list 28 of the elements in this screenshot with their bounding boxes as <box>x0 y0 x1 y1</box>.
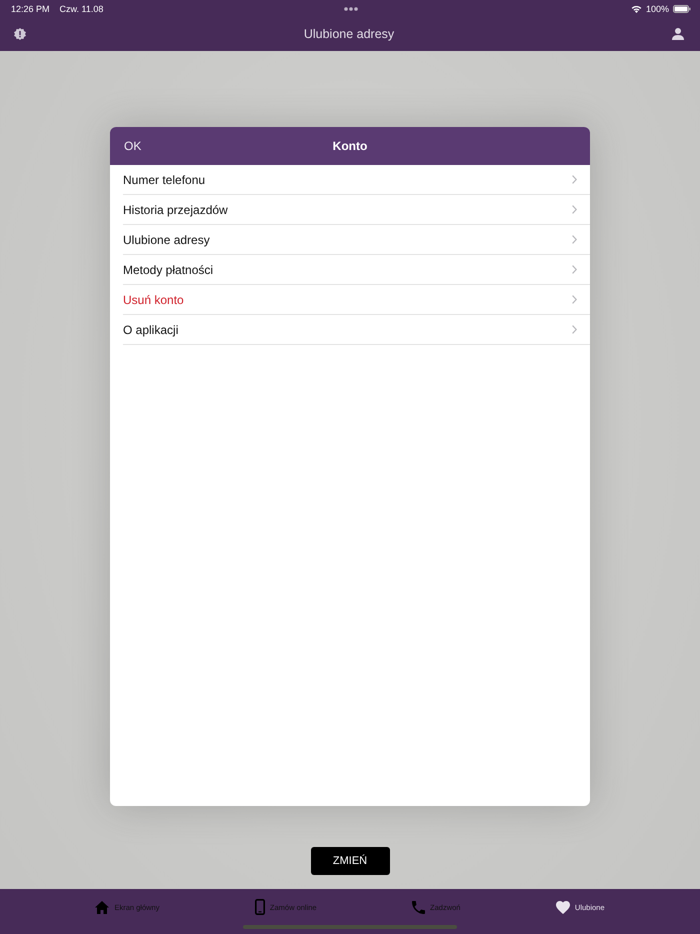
menu-item[interactable]: Metody płatności <box>123 255 590 285</box>
chevron-right-icon <box>572 175 577 184</box>
home-icon <box>95 900 110 914</box>
battery-percentage: 100% <box>646 4 669 14</box>
status-time: 12:26 PM <box>11 4 50 14</box>
ok-button[interactable]: OK <box>124 139 142 153</box>
screen-title: Ulubione adresy <box>304 27 394 41</box>
menu-item[interactable]: Usuń konto <box>123 285 590 315</box>
menu-item[interactable]: Numer telefonu <box>123 165 590 195</box>
chevron-right-icon <box>572 325 577 334</box>
battery-icon <box>673 4 691 12</box>
chevron-right-icon <box>572 205 577 214</box>
multitasking-dots-icon[interactable] <box>344 6 358 10</box>
person-icon[interactable] <box>672 28 684 40</box>
menu-item[interactable]: Historia przejazdów <box>123 195 590 225</box>
chevron-right-icon <box>572 235 577 244</box>
menu-item[interactable]: O aplikacji <box>123 315 590 345</box>
status-date: Czw. 11.08 <box>60 4 104 14</box>
menu-item[interactable]: Ulubione adresy <box>123 225 590 255</box>
change-button[interactable]: ZMIEŃ <box>310 847 390 875</box>
chevron-right-icon <box>572 295 577 304</box>
dialog-title: Konto <box>332 139 368 153</box>
chevron-right-icon <box>572 265 577 274</box>
phone-icon <box>412 900 426 914</box>
wifi-icon <box>630 4 642 12</box>
smartphone-icon <box>254 899 265 915</box>
heart-icon <box>556 900 570 914</box>
alert-badge-icon[interactable] <box>14 28 26 40</box>
